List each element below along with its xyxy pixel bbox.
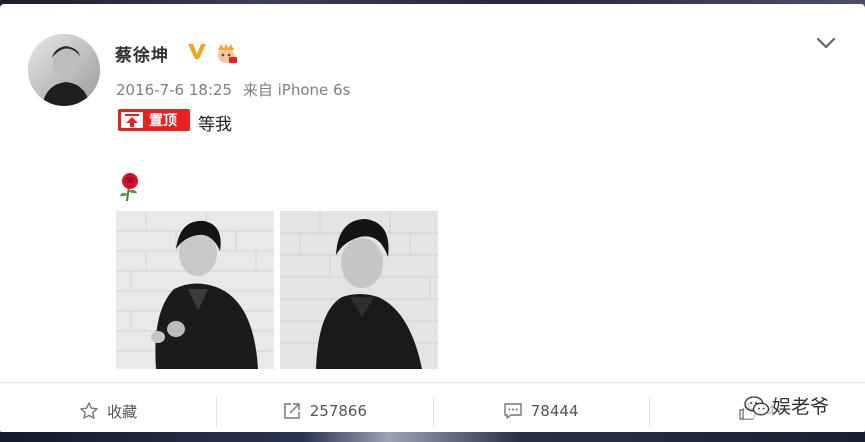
post-photo-1[interactable] — [116, 211, 274, 369]
pin-top-icon — [121, 112, 143, 128]
comment-count: 78444 — [530, 402, 579, 420]
star-icon — [80, 402, 98, 419]
repost-count: 257866 — [309, 402, 367, 420]
pinned-badge: 置顶 — [118, 109, 190, 131]
comment-bubble-icon — [504, 403, 522, 419]
username[interactable]: 蔡徐坤 — [115, 41, 169, 66]
watermark-text: 娱老爷 — [772, 396, 830, 418]
wechat-icon — [744, 395, 770, 415]
vip-crown-icon[interactable] — [214, 42, 238, 64]
verified-v-icon — [188, 44, 206, 59]
rose-emoji-icon — [120, 173, 138, 202]
watermark: 娱老爷 — [744, 392, 834, 419]
post-meta: 2016-7-6 18:25 来自 iPhone 6s — [116, 79, 356, 100]
share-arrow-icon — [283, 403, 300, 419]
post-text: 等我 — [198, 115, 232, 135]
post-source: 来自 iPhone 6s — [242, 81, 351, 99]
weibo-post-card: 蔡徐坤 2016-7-6 18:25 来自 iPhone 6s 置顶 等我 收藏… — [0, 4, 865, 434]
action-bar: 收藏 257866 78444 4 — [0, 382, 865, 439]
favorite-button[interactable]: 收藏 — [0, 383, 216, 439]
pinned-label: 置顶 — [149, 113, 177, 129]
favorite-label: 收藏 — [107, 402, 138, 421]
post-photo-2[interactable] — [280, 211, 438, 369]
repost-button[interactable]: 257866 — [216, 383, 432, 439]
comment-button[interactable]: 78444 — [432, 383, 649, 439]
avatar[interactable] — [28, 34, 100, 106]
background-strip-bottom — [0, 432, 865, 442]
post-date[interactable]: 2016-7-6 18:25 — [116, 81, 232, 99]
chevron-down-icon[interactable] — [814, 34, 838, 52]
